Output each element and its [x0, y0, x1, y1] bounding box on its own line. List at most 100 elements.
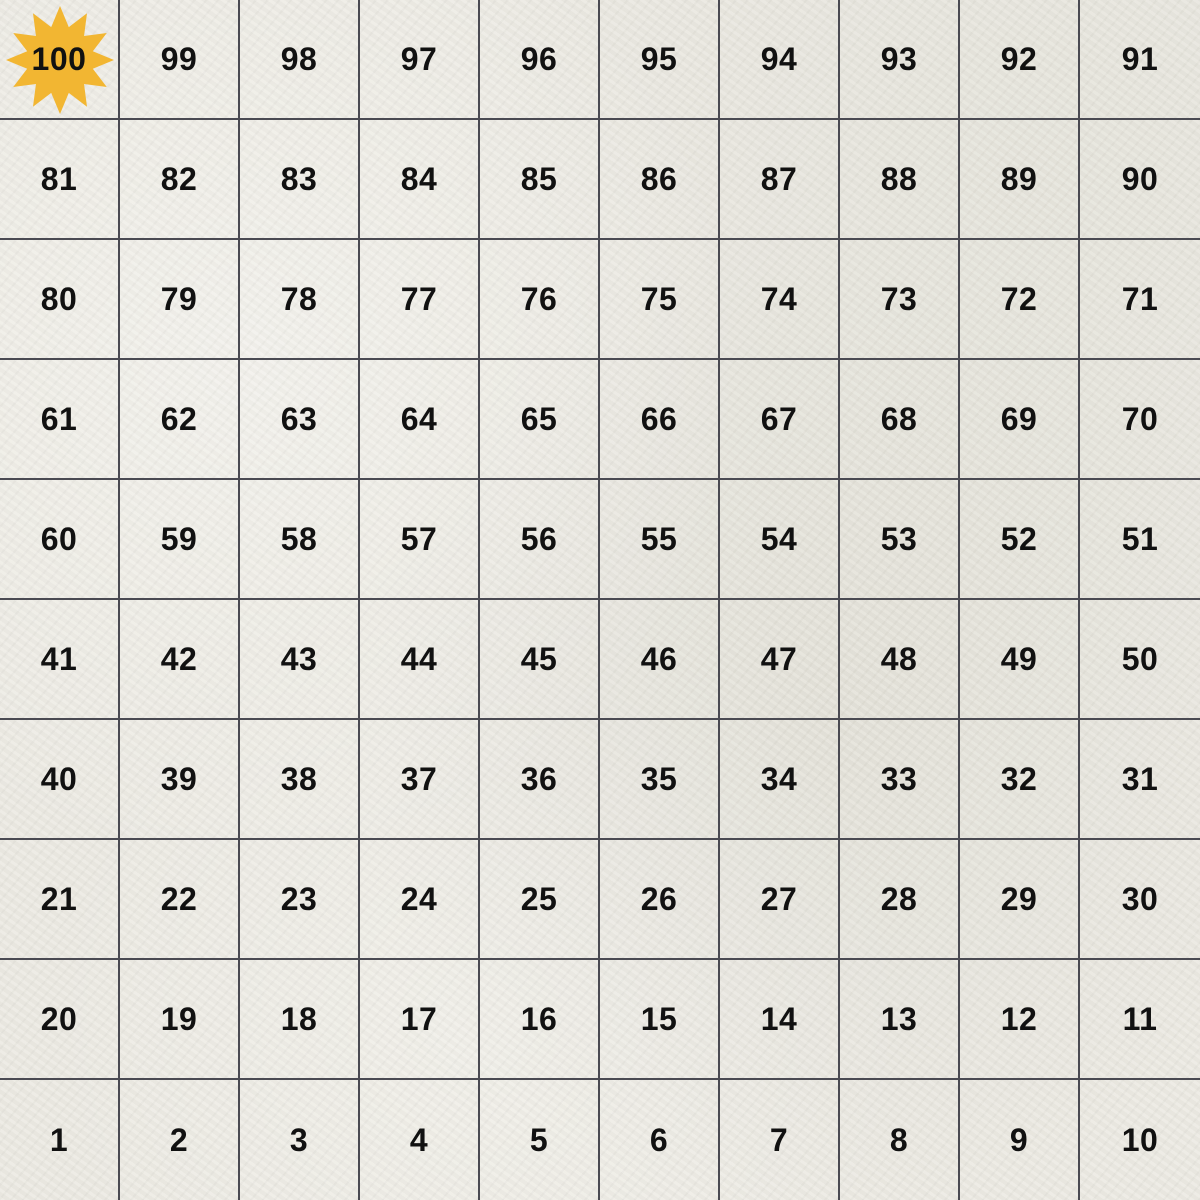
square-number: 13: [880, 1000, 918, 1037]
square-number: 37: [400, 760, 438, 797]
board-square-97: 97: [360, 0, 480, 120]
square-number: 98: [280, 40, 318, 77]
square-number: 21: [40, 880, 78, 917]
square-number: 95: [640, 40, 678, 77]
square-number: 84: [400, 160, 438, 197]
board-square-80: 80: [0, 240, 120, 360]
board-square-93: 93: [840, 0, 960, 120]
square-number: 23: [280, 880, 318, 917]
board-square-8: 8: [840, 1080, 960, 1200]
board-square-58: 58: [240, 480, 360, 600]
square-number: 25: [520, 880, 558, 917]
square-number: 88: [880, 160, 918, 197]
square-number: 97: [400, 40, 438, 77]
square-number: 92: [1000, 40, 1038, 77]
square-number: 10: [1121, 1121, 1159, 1158]
board-square-49: 49: [960, 600, 1080, 720]
square-number: 80: [40, 280, 78, 317]
square-number: 76: [520, 280, 558, 317]
square-number: 59: [160, 520, 198, 557]
board-square-87: 87: [720, 120, 840, 240]
square-number: 89: [1000, 160, 1038, 197]
board-square-46: 46: [600, 600, 720, 720]
board-square-6: 6: [600, 1080, 720, 1200]
board-square-3: 3: [240, 1080, 360, 1200]
board-square-34: 34: [720, 720, 840, 840]
square-number: 90: [1121, 160, 1159, 197]
board-square-40: 40: [0, 720, 120, 840]
square-number: 33: [880, 760, 918, 797]
board-square-74: 74: [720, 240, 840, 360]
board-square-1: 1: [0, 1080, 120, 1200]
square-number: 79: [160, 280, 198, 317]
board-square-68: 68: [840, 360, 960, 480]
square-number: 82: [160, 160, 198, 197]
square-number: 49: [1000, 640, 1038, 677]
board-square-5: 5: [480, 1080, 600, 1200]
board-square-9: 9: [960, 1080, 1080, 1200]
square-number: 35: [640, 760, 678, 797]
square-number: 73: [880, 280, 918, 317]
board-square-63: 63: [240, 360, 360, 480]
square-number: 27: [760, 880, 798, 917]
square-number: 38: [280, 760, 318, 797]
board-square-16: 16: [480, 960, 600, 1080]
board-square-54: 54: [720, 480, 840, 600]
game-board: 100 99 98 97 96 95 94 93 92 91 81 82 83 84 85 86 87 88 89 9…: [0, 0, 1200, 1200]
board-square-21: 21: [0, 840, 120, 960]
square-number: 34: [760, 760, 798, 797]
square-number: 51: [1121, 520, 1159, 557]
board-square-53: 53: [840, 480, 960, 600]
square-number: 50: [1121, 640, 1159, 677]
board-square-79: 79: [120, 240, 240, 360]
board-square-43: 43: [240, 600, 360, 720]
board-square-100: 100: [0, 0, 120, 120]
board-square-45: 45: [480, 600, 600, 720]
board-square-96: 96: [480, 0, 600, 120]
board-square-77: 77: [360, 240, 480, 360]
square-number: 12: [1000, 1000, 1038, 1037]
board-square-7: 7: [720, 1080, 840, 1200]
square-number: 52: [1000, 520, 1038, 557]
square-number: 69: [1000, 400, 1038, 437]
board-square-27: 27: [720, 840, 840, 960]
square-number: 78: [280, 280, 318, 317]
square-number: 42: [160, 640, 198, 677]
square-number: 99: [160, 40, 198, 77]
board-square-76: 76: [480, 240, 600, 360]
board-square-95: 95: [600, 0, 720, 120]
board-square-69: 69: [960, 360, 1080, 480]
board-square-12: 12: [960, 960, 1080, 1080]
board-square-28: 28: [840, 840, 960, 960]
board-square-44: 44: [360, 600, 480, 720]
square-number: 60: [40, 520, 78, 557]
board-square-90: 90: [1080, 120, 1200, 240]
board-square-10: 10: [1080, 1080, 1200, 1200]
board-square-29: 29: [960, 840, 1080, 960]
board-square-18: 18: [240, 960, 360, 1080]
square-number: 65: [520, 400, 558, 437]
square-number: 36: [520, 760, 558, 797]
square-number: 77: [400, 280, 438, 317]
board-square-84: 84: [360, 120, 480, 240]
board-square-67: 67: [720, 360, 840, 480]
square-number: 61: [40, 400, 78, 437]
board-square-39: 39: [120, 720, 240, 840]
square-number: 93: [880, 40, 918, 77]
square-number: 20: [40, 1000, 78, 1037]
square-number: 8: [889, 1121, 909, 1158]
square-number: 53: [880, 520, 918, 557]
square-number: 26: [640, 880, 678, 917]
board-square-72: 72: [960, 240, 1080, 360]
board-square-42: 42: [120, 600, 240, 720]
board-square-92: 92: [960, 0, 1080, 120]
square-number: 30: [1121, 880, 1159, 917]
square-number: 17: [400, 1000, 438, 1037]
square-number: 41: [40, 640, 78, 677]
square-number: 54: [760, 520, 798, 557]
square-number: 19: [160, 1000, 198, 1037]
board-square-22: 22: [120, 840, 240, 960]
square-number: 5: [529, 1121, 549, 1158]
square-number: 9: [1009, 1121, 1029, 1158]
board-square-55: 55: [600, 480, 720, 600]
